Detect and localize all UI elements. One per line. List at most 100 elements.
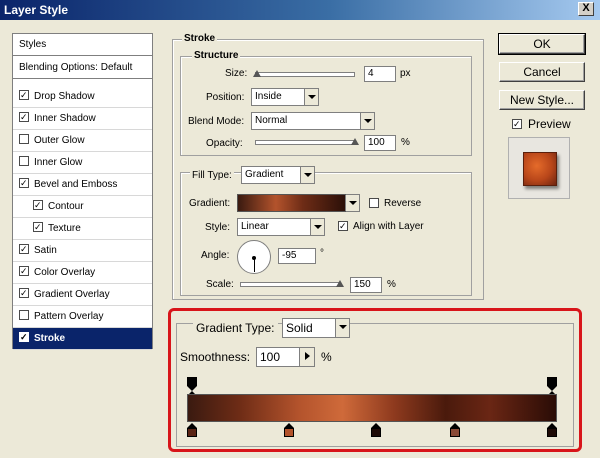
gradient-swatch[interactable] [237, 194, 347, 212]
style-item-texture[interactable]: Texture [13, 218, 152, 240]
style-item-satin[interactable]: Satin [13, 240, 152, 262]
align-with-layer-checkbox[interactable] [338, 221, 348, 231]
new-style-button[interactable]: New Style... [499, 90, 585, 110]
gradient-bar[interactable] [187, 394, 557, 422]
angle-label: Angle: [201, 250, 230, 261]
color-stop[interactable] [547, 423, 557, 437]
style-item-label: Bevel and Emboss [34, 179, 118, 190]
smoothness-label: Smoothness: [180, 350, 251, 364]
style-item-checkbox[interactable] [19, 288, 29, 299]
align-with-layer-label: Align with Layer [353, 221, 424, 232]
angle-input[interactable]: -95 [278, 248, 316, 264]
size-label: Size: [225, 68, 248, 79]
reverse-label: Reverse [384, 198, 422, 209]
gradient-type-select[interactable]: Solid [282, 318, 350, 338]
style-item-label: Pattern Overlay [34, 311, 104, 322]
stroke-group-title: Stroke [182, 33, 218, 44]
opacity-stop[interactable] [547, 377, 557, 396]
scale-label: Scale: [206, 279, 234, 290]
scale-slider[interactable] [240, 282, 340, 287]
size-unit: px [400, 68, 411, 79]
style-item-checkbox[interactable] [33, 222, 43, 233]
style-item-checkbox[interactable] [19, 134, 29, 145]
preview-label: Preview [528, 117, 571, 131]
opacity-input[interactable]: 100 [364, 135, 396, 151]
style-item-gradient-overlay[interactable]: Gradient Overlay [13, 284, 152, 306]
angle-dial[interactable] [237, 240, 271, 274]
style-item-checkbox[interactable] [19, 266, 29, 277]
fill-type-select[interactable]: Gradient [241, 166, 315, 184]
style-item-outer-glow[interactable]: Outer Glow [13, 130, 152, 152]
color-stop[interactable] [449, 423, 460, 437]
chevron-down-icon [345, 195, 359, 211]
angle-unit: ° [320, 248, 324, 259]
blend-mode-value: Normal [255, 115, 288, 126]
style-item-blending-options-default[interactable]: Blending Options: Default [13, 57, 152, 79]
title-bar[interactable]: Layer Style X [0, 0, 600, 20]
opacity-slider[interactable] [255, 140, 355, 145]
style-item-checkbox[interactable] [19, 112, 29, 123]
style-item-inner-glow[interactable]: Inner Glow [13, 152, 152, 174]
chevron-down-icon [360, 113, 374, 129]
gradient-type-value: Solid [286, 321, 313, 335]
style-item-label: Drop Shadow [34, 91, 95, 102]
style-item-color-overlay[interactable]: Color Overlay [13, 262, 152, 284]
size-input[interactable]: 4 [364, 66, 396, 82]
smoothness-unit: % [321, 350, 332, 364]
style-item-checkbox[interactable] [19, 156, 29, 167]
ok-button[interactable]: OK [498, 33, 586, 55]
style-item-checkbox[interactable] [19, 244, 29, 255]
style-item-label: Outer Glow [34, 135, 85, 146]
color-stop[interactable] [284, 423, 295, 437]
style-item-stroke[interactable]: Stroke [13, 328, 152, 350]
close-button[interactable]: X [578, 2, 594, 16]
scale-unit: % [387, 279, 396, 290]
gradient-picker-button[interactable] [345, 194, 360, 212]
size-slider[interactable] [255, 72, 355, 77]
cancel-button[interactable]: Cancel [499, 62, 585, 82]
color-stop[interactable] [370, 423, 381, 437]
style-item-drop-shadow[interactable]: Drop Shadow [13, 86, 152, 108]
fill-type-value: Gradient [245, 169, 284, 180]
smoothness-flyout-button[interactable] [299, 347, 315, 367]
chevron-down-icon [335, 319, 349, 337]
style-item-inner-shadow[interactable]: Inner Shadow [13, 108, 152, 130]
fill-type-label: Fill Type: [190, 170, 234, 181]
style-item-pattern-overlay[interactable]: Pattern Overlay [13, 306, 152, 328]
opacity-slider-thumb[interactable] [351, 138, 359, 145]
preview-checkbox[interactable] [512, 119, 522, 129]
style-item-checkbox[interactable] [19, 178, 29, 189]
style-item-checkbox[interactable] [33, 200, 43, 211]
smoothness-input[interactable]: 100 [256, 347, 300, 367]
preview-tile [523, 152, 557, 186]
opacity-unit: % [401, 137, 410, 148]
blend-mode-select[interactable]: Normal [251, 112, 375, 130]
layer-style-dialog: Layer Style X Styles Blending Options: D… [0, 0, 600, 458]
style-item-label: Color Overlay [34, 267, 96, 278]
style-item-label: Contour [48, 201, 84, 212]
structure-group-title: Structure [192, 50, 241, 61]
scale-input[interactable]: 150 [350, 277, 382, 293]
gradient-style-select[interactable]: Linear [237, 218, 325, 236]
position-select[interactable]: Inside [251, 88, 319, 106]
style-item-checkbox[interactable] [19, 90, 29, 101]
style-item-checkbox[interactable] [19, 332, 29, 343]
style-label: Style: [205, 222, 231, 233]
style-item-bevel-and-emboss[interactable]: Bevel and Emboss [13, 174, 152, 196]
angle-needle [254, 258, 255, 272]
style-item-contour[interactable]: Contour [13, 196, 152, 218]
gradient-type-label: Gradient Type: [193, 321, 278, 335]
window-title: Layer Style [4, 3, 69, 17]
color-stop[interactable] [187, 423, 197, 437]
scale-slider-thumb[interactable] [336, 280, 344, 287]
opacity-stop[interactable] [187, 377, 197, 396]
chevron-down-icon [300, 167, 314, 183]
gradient-style-value: Linear [241, 221, 269, 232]
reverse-checkbox[interactable] [369, 198, 379, 208]
position-value: Inside [255, 91, 282, 102]
size-slider-thumb[interactable] [253, 70, 261, 77]
style-item-label: Texture [48, 223, 81, 234]
style-item-checkbox[interactable] [19, 310, 29, 321]
styles-header[interactable]: Styles [13, 34, 152, 56]
fill-group [180, 172, 472, 296]
